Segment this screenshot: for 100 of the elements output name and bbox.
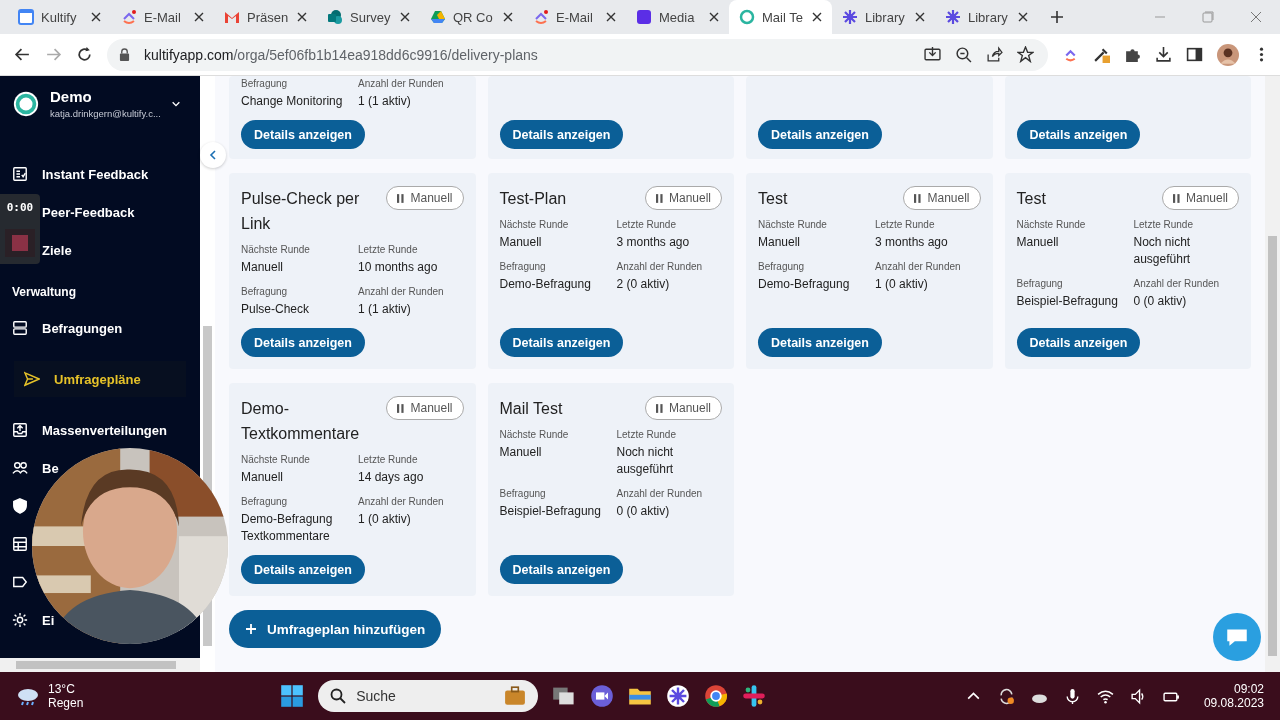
scrollbar[interactable] [1265, 76, 1280, 672]
browser-tab[interactable]: Survey [317, 0, 420, 34]
puzzle-icon[interactable] [1124, 46, 1141, 63]
chat-button[interactable] [1213, 613, 1261, 661]
address-bar[interactable]: kultifyapp.com/orga/5ef06fb1b14ea918dd6c9916/delivery-plans [107, 38, 1048, 71]
sync-icon[interactable] [997, 687, 1015, 705]
back-icon[interactable] [14, 46, 31, 63]
close-icon[interactable] [606, 12, 616, 22]
slack-icon[interactable] [742, 684, 767, 708]
install-icon[interactable] [924, 46, 941, 63]
pause-icon [397, 403, 405, 413]
details-button[interactable]: Details anzeigen [1016, 120, 1141, 149]
close-icon[interactable] [1018, 12, 1028, 22]
field-label: Befragung [499, 488, 547, 499]
avatar-icon[interactable] [1217, 43, 1239, 66]
field-value: 0 (0 aktiv) [616, 503, 671, 520]
field-label: Anzahl der Runden [358, 78, 445, 89]
calendar-icon [18, 9, 34, 25]
nav-item[interactable]: Be [0, 449, 59, 487]
browser-tab[interactable]: E-Mail [111, 0, 214, 34]
browser-tab[interactable]: Präsen [214, 0, 317, 34]
nav-item[interactable]: Befragungen [0, 309, 123, 347]
zoom-out-icon[interactable] [955, 46, 972, 63]
field-value: Demo-Befragung Textkommentare [241, 511, 334, 545]
field-value: Noch nicht ausgeführt [1133, 234, 1192, 268]
status-badge: Manuell [1161, 186, 1239, 210]
field-value: Manuell [499, 444, 543, 461]
briefcase-icon [504, 686, 527, 706]
close-icon[interactable] [915, 12, 925, 22]
close-icon[interactable] [91, 12, 101, 22]
star-icon[interactable] [1017, 46, 1034, 63]
cloud-rain-icon[interactable] [16, 686, 40, 706]
reload-icon[interactable] [76, 46, 93, 63]
browser-tab[interactable]: Mail Te [729, 0, 832, 34]
close-icon[interactable] [709, 12, 719, 22]
plan-title: Demo-Textkommentare [241, 399, 361, 444]
side-panel-icon[interactable] [1186, 46, 1203, 63]
nav-item[interactable]: Ei [0, 601, 55, 639]
field-value: Manuell [241, 469, 285, 486]
status-badge: Manuell [386, 396, 464, 420]
field-label: Anzahl der Runden [616, 488, 704, 499]
plus-icon[interactable] [1050, 10, 1064, 24]
details-button[interactable]: Details anzeigen [499, 120, 624, 149]
nav-item[interactable]: Umfragepläne [14, 361, 186, 397]
section-heading: Verwaltung [11, 284, 77, 301]
close-icon[interactable] [400, 12, 410, 22]
field-value: Beispiel-Befragung [499, 503, 602, 520]
field-label: Letzte Runde [875, 219, 936, 230]
browser-tab[interactable]: E-Mail [523, 0, 626, 34]
field-label: Anzahl der Runden [358, 496, 445, 507]
browser-tab[interactable]: Library [832, 0, 935, 34]
share-icon[interactable] [986, 46, 1003, 63]
field-label: Nächste Runde [241, 454, 311, 465]
close-icon[interactable] [503, 12, 513, 22]
details-button[interactable]: Details anzeigen [499, 555, 624, 584]
pause-icon [655, 403, 663, 413]
field-value: Change Monitoring [241, 93, 344, 110]
ring-icon [739, 9, 755, 25]
add-plan-button[interactable]: Umfrageplan hinzufügen [229, 610, 442, 648]
plus-icon [245, 623, 257, 635]
details-button[interactable]: Details anzeigen [241, 328, 365, 357]
details-button[interactable]: Details anzeigen [241, 555, 365, 584]
nav-item[interactable]: Massenverteilungen [0, 411, 167, 449]
eyedropper-icon[interactable] [1093, 46, 1110, 63]
field-label: Nächste Runde [1016, 219, 1087, 230]
field-value: Manuell [499, 234, 543, 251]
chrome-icon[interactable] [704, 684, 729, 708]
details-button[interactable]: Details anzeigen [1016, 328, 1141, 357]
scrollbar[interactable] [0, 658, 200, 672]
windows-icon[interactable] [280, 684, 305, 708]
field-label: Anzahl der Runden [616, 261, 704, 272]
details-button[interactable]: Details anzeigen [758, 328, 882, 357]
field-label: Anzahl der Runden [875, 261, 962, 272]
field-label: Befragung [1016, 278, 1064, 289]
browser-tab[interactable]: Media [626, 0, 729, 34]
search-field[interactable]: Suche [318, 680, 539, 712]
circles-icon [327, 9, 343, 25]
field-value: Manuell [241, 259, 285, 276]
nav-item[interactable]: Instant Feedback [0, 155, 149, 193]
field-value: 0 (0 aktiv) [1133, 293, 1188, 310]
close-icon[interactable] [194, 12, 204, 22]
field-value: Pulse-Check [241, 301, 311, 318]
close-icon[interactable] [812, 12, 822, 22]
video-call-icon[interactable] [590, 684, 615, 708]
field-label: Letzte Runde [358, 454, 419, 465]
flower-icon [945, 9, 961, 25]
field-label: Anzahl der Runden [1133, 278, 1221, 289]
field-value: 1 (0 aktiv) [875, 276, 929, 293]
browser-tab[interactable]: Library [935, 0, 1038, 34]
status-badge: Manuell [386, 186, 464, 210]
details-button[interactable]: Details anzeigen [241, 120, 365, 149]
download-icon[interactable] [1155, 46, 1172, 63]
details-button[interactable]: Details anzeigen [499, 328, 624, 357]
status-badge: Manuell [644, 186, 722, 210]
browser-tab[interactable]: QR Co [420, 0, 523, 34]
close-icon[interactable] [297, 12, 307, 22]
details-button[interactable]: Details anzeigen [758, 120, 882, 149]
flower-icon[interactable] [666, 684, 691, 708]
browser-tab[interactable]: Kultify [8, 0, 111, 34]
wifi-icon[interactable] [1096, 687, 1114, 705]
